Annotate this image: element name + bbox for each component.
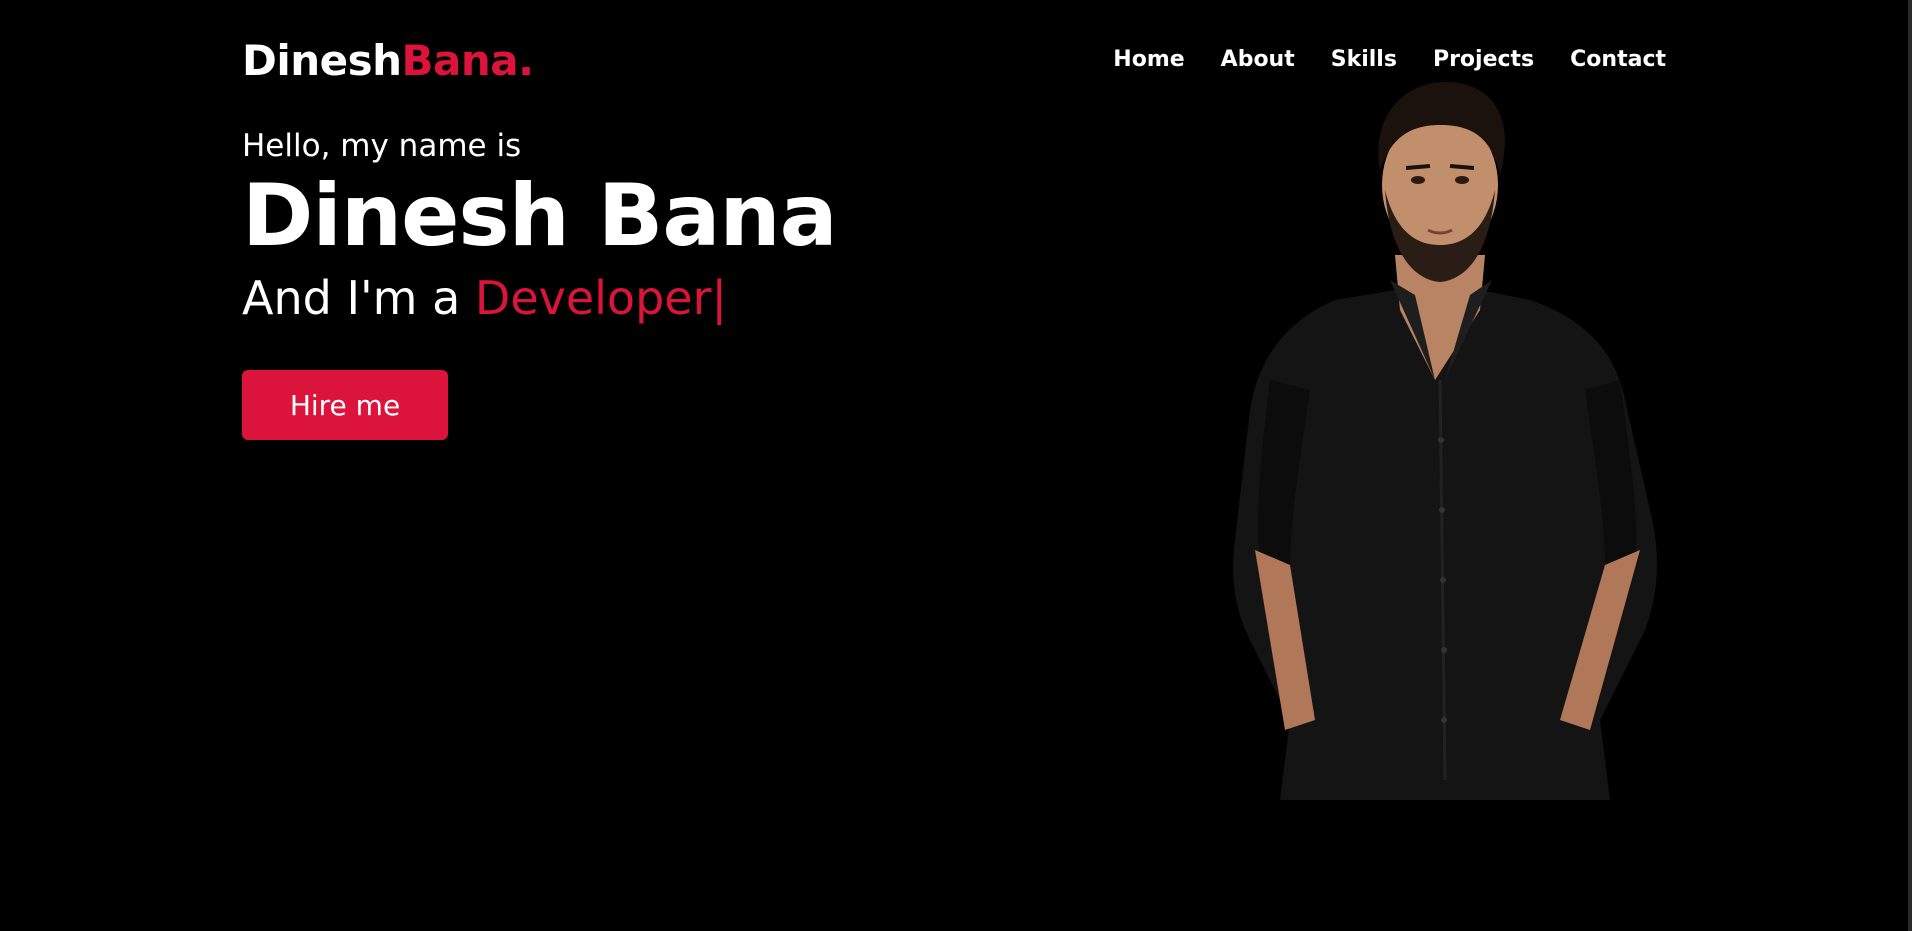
nav-contact-link[interactable]: Contact	[1570, 47, 1666, 72]
main-nav: Home About Skills Projects Contact	[1113, 47, 1666, 72]
hero-name: Dinesh Bana	[242, 166, 838, 266]
nav-about-link[interactable]: About	[1221, 47, 1295, 72]
nav-skills-link[interactable]: Skills	[1331, 47, 1397, 72]
nav-projects-link[interactable]: Projects	[1433, 47, 1534, 72]
typing-cursor: |	[711, 271, 728, 325]
logo-accent: Bana.	[401, 36, 535, 85]
hire-me-button[interactable]: Hire me	[242, 370, 448, 440]
hero-section: Hello, my name is Dinesh Bana And I'm a …	[242, 128, 838, 328]
logo-primary: Dinesh	[242, 36, 402, 85]
page-scrollbar[interactable]	[1908, 0, 1912, 931]
profile-photo	[1233, 81, 1657, 800]
hero-greeting: Hello, my name is	[242, 128, 522, 164]
site-logo[interactable]: DineshBana.	[242, 36, 534, 85]
portfolio-page: DineshBana. Home About Skills Projects C…	[0, 0, 1912, 931]
nav-home-link[interactable]: Home	[1113, 47, 1184, 72]
typed-role: Developer	[474, 271, 712, 325]
hero-tagline: And I'm a Developer|	[242, 268, 837, 328]
tagline-prefix: And I'm a	[242, 271, 475, 325]
